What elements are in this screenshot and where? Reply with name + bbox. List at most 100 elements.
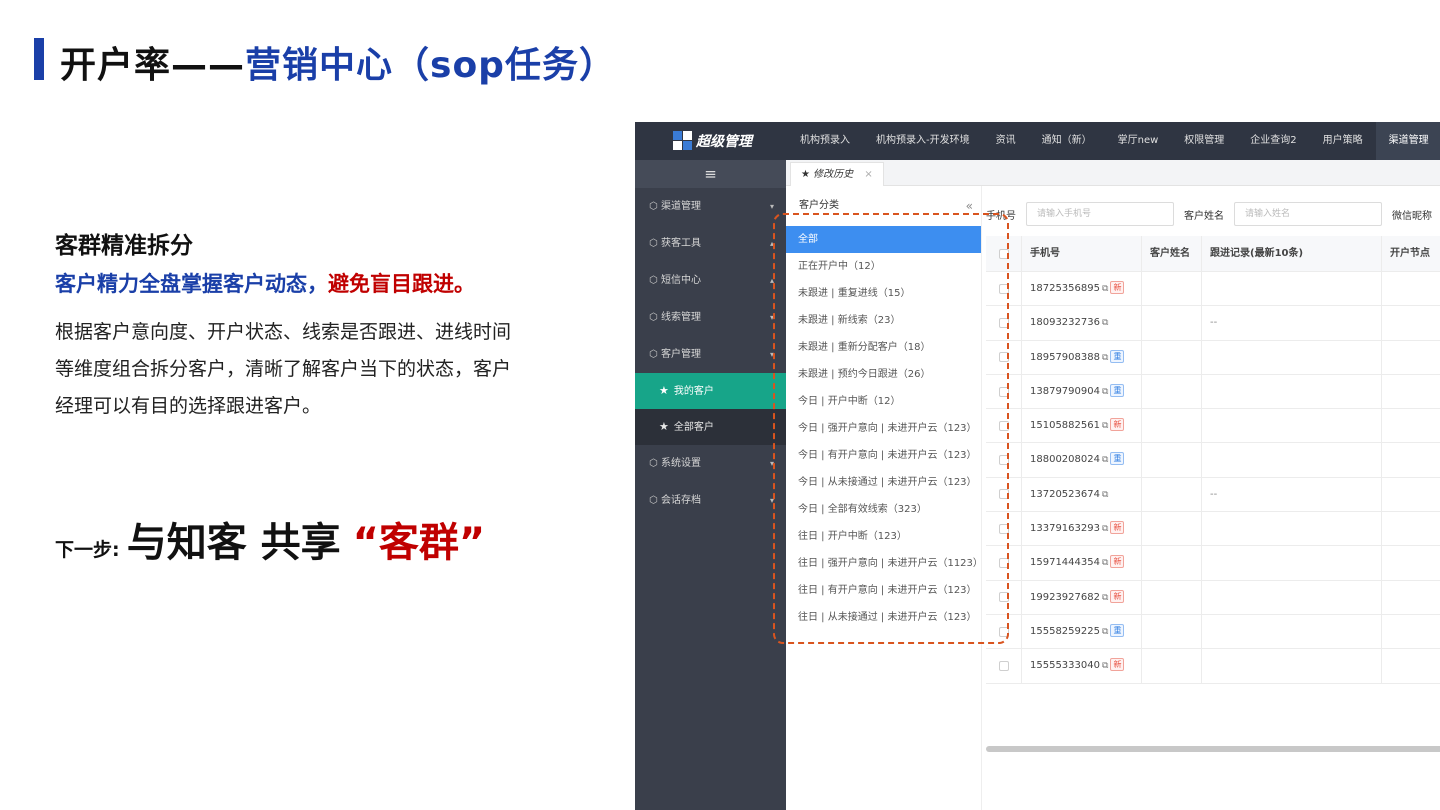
copy-icon[interactable]: ⧉ [1102, 546, 1108, 580]
copy-icon[interactable]: ⧉ [1102, 341, 1108, 375]
sidebar-subitem-label: 全部客户 [673, 422, 714, 433]
nav-item[interactable]: 用户策略 [1310, 122, 1376, 160]
copy-icon[interactable]: ⧉ [1102, 409, 1108, 443]
row-checkbox[interactable] [998, 660, 1009, 671]
tab-label: 修改历史 [813, 169, 854, 180]
sidebar-subitem[interactable]: ★ 我的客户 [635, 373, 786, 409]
nav-item[interactable]: 通知（新） [1029, 122, 1105, 160]
nav-item[interactable]: 机构预录入-开发环境 [863, 122, 983, 160]
copy-icon[interactable]: ⧉ [1102, 512, 1108, 546]
table-row[interactable]: 15555333040 ⧉ 新 [986, 649, 1440, 684]
sidebar-item[interactable]: ⬡ 获客工具 ▴ [635, 225, 786, 262]
table-row[interactable]: 18093232736 ⧉ -- [986, 306, 1440, 341]
nav-item[interactable]: 渠道管理 [1375, 122, 1440, 160]
node-cell [1382, 478, 1440, 511]
table-row[interactable]: 15105882561 ⧉ 新 [986, 409, 1440, 444]
follow-cell [1202, 614, 1382, 649]
name-cell [1142, 306, 1202, 340]
nav-item[interactable]: 权限管理 [1171, 122, 1237, 160]
phone-cell: 18957908388 ⧉ 重 [1022, 340, 1142, 375]
category-header-label: 客户分类 [799, 200, 839, 211]
sidebar-item-label: 短信中心 [661, 275, 701, 286]
table-row[interactable]: 13379163293 ⧉ 新 [986, 512, 1440, 547]
node-cell [1382, 615, 1440, 648]
copy-icon[interactable]: ⧉ [1102, 478, 1108, 512]
node-cell [1382, 409, 1440, 442]
horizontal-scrollbar[interactable] [986, 746, 1440, 752]
close-icon[interactable]: × [864, 169, 872, 180]
title-accent-bar [34, 38, 44, 80]
name-cell [1142, 649, 1202, 683]
sidebar-item[interactable]: ⬡ 会话存档 ▾ [635, 482, 786, 519]
phone-number: 15558259225 [1030, 625, 1100, 637]
table-row[interactable]: 13720523674 ⧉ -- [986, 477, 1440, 513]
star-icon: ★ [801, 169, 810, 180]
copy-icon[interactable]: ⧉ [1102, 375, 1108, 409]
sidebar-subitem[interactable]: ★ 全部客户 [635, 409, 786, 445]
phone-cell: 15105882561 ⧉ 新 [1022, 409, 1142, 443]
sidebar-item[interactable]: ⬡ 渠道管理 ▾ [635, 188, 786, 225]
table-row[interactable]: 18800208024 ⧉ 重 [986, 443, 1440, 478]
name-cell [1142, 374, 1202, 409]
table-row[interactable]: 19923927682 ⧉ 新 [986, 580, 1440, 615]
phone-input[interactable]: 请输入手机号 [1026, 202, 1174, 226]
hamburger-icon[interactable]: ≡ [635, 160, 786, 188]
tab-edit-history[interactable]: ★ 修改历史 × [790, 162, 884, 186]
slide-title: 开户率——营销中心（sop任务） [60, 36, 616, 88]
table-row[interactable]: 13879790904 ⧉ 重 [986, 374, 1440, 410]
name-cell [1142, 512, 1202, 546]
col-node: 开户节点 [1390, 248, 1430, 259]
col-name: 客户姓名 [1142, 236, 1202, 271]
node-cell [1382, 443, 1440, 476]
node-cell [1382, 375, 1440, 408]
sidebar-item[interactable]: ⬡ 短信中心 ▴ [635, 262, 786, 299]
nav-item[interactable]: 机构预录入 [787, 122, 863, 160]
status-badge: 重 [1110, 349, 1125, 363]
cube-icon: ⬡ [649, 349, 658, 360]
table-row[interactable]: 18957908388 ⧉ 重 [986, 340, 1440, 375]
top-navbar: 超级管理 机构预录入 机构预录入-开发环境 资讯 通知（新） 掌厅new 权限管理 企业查询… [635, 122, 1440, 160]
name-input[interactable]: 请输入姓名 [1234, 202, 1382, 226]
table-row[interactable]: 15971444354 ⧉ 新 [986, 546, 1440, 581]
copy-icon[interactable]: ⧉ [1102, 443, 1108, 477]
status-badge: 重 [1110, 623, 1125, 637]
cube-icon: ⬡ [649, 238, 658, 249]
copy-icon[interactable]: ⧉ [1102, 649, 1108, 683]
copy-icon[interactable]: ⧉ [1102, 615, 1108, 649]
nav-item[interactable]: 掌厅new [1105, 122, 1172, 160]
phone-number: 15555333040 [1030, 660, 1100, 672]
nav-item[interactable]: 企业查询2 [1237, 122, 1309, 160]
phone-number: 13379163293 [1030, 523, 1100, 535]
follow-cell: -- [1202, 306, 1382, 340]
table-row[interactable]: 15558259225 ⧉ 重 [986, 614, 1440, 650]
name-cell [1142, 340, 1202, 374]
name-cell [1142, 580, 1202, 614]
next-step-highlight: “客群” [352, 520, 486, 566]
section-subheading: 客户精力全盘掌握客户动态，避免盲目跟进。 [55, 268, 475, 298]
table-header: 手机号 客户姓名 跟进记录(最新10条) 开户节点 [986, 236, 1440, 272]
app-logo[interactable]: 超级管理 [673, 131, 752, 151]
sidebar-item-label: 获客工具 [661, 238, 701, 249]
sidebar-item[interactable]: ⬡ 客户管理 ▾ [635, 336, 786, 373]
sidebar: ≡ ⬡ 渠道管理 ▾ ⬡ 获客工具 ▴ ⬡ 短信中心 ▴ ⬡ 线索管理 ▾ ⬡ 客户管理 ▾ ★ 我的客户 ★ 全… [635, 160, 786, 810]
copy-icon[interactable]: ⧉ [1102, 581, 1108, 615]
node-cell [1382, 581, 1440, 614]
follow-cell [1202, 374, 1382, 409]
copy-icon[interactable]: ⧉ [1102, 306, 1108, 340]
name-cell [1142, 477, 1202, 512]
sidebar-item[interactable]: ⬡ 线索管理 ▾ [635, 299, 786, 336]
sidebar-item[interactable]: ⬡ 系统设置 ▾ [635, 445, 786, 482]
admin-app-screenshot: 超级管理 机构预录入 机构预录入-开发环境 资讯 通知（新） 掌厅new 权限管理 企业查询… [635, 122, 1440, 810]
subheading-blue: 客户精力全盘掌握客户动态， [55, 272, 328, 296]
name-cell [1142, 443, 1202, 477]
follow-cell [1202, 272, 1382, 306]
phone-number: 13720523674 [1030, 488, 1100, 500]
copy-icon[interactable]: ⧉ [1102, 272, 1108, 306]
nav-item[interactable]: 资讯 [983, 122, 1029, 160]
node-cell [1382, 546, 1440, 579]
section-heading: 客群精准拆分 [55, 233, 193, 259]
wechat-label: 微信昵称 [1392, 210, 1432, 222]
follow-cell [1202, 340, 1382, 374]
table-row[interactable]: 18725356895 ⧉ 新 [986, 272, 1440, 307]
next-step-label: 下一步: [55, 539, 120, 561]
